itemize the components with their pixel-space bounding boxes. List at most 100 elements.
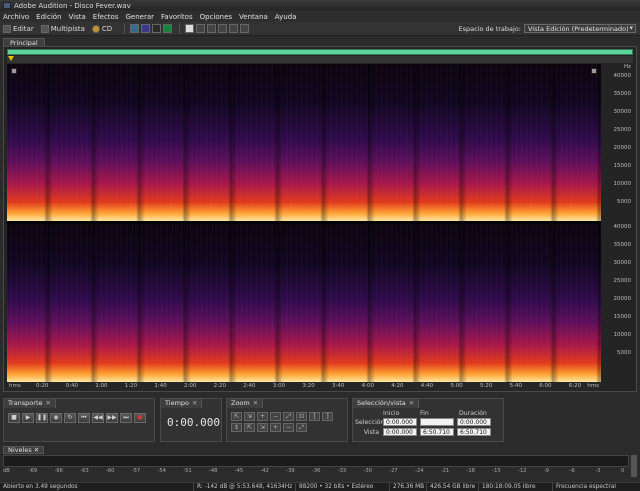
menu-ventana[interactable]: Ventana: [239, 13, 268, 21]
levels-panel-tab[interactable]: Niveles ✕: [3, 446, 45, 454]
time-ruler-strip[interactable]: [7, 56, 633, 63]
level-scale-mark: -42: [260, 468, 269, 474]
selection-view-title: Selección/vista: [357, 399, 406, 407]
time-selection-tool-icon[interactable]: [185, 24, 195, 33]
lasso-tool-icon[interactable]: [207, 24, 217, 33]
pause-button[interactable]: ❚❚: [36, 413, 48, 423]
overview-bar[interactable]: [7, 49, 633, 55]
level-scale-mark: -15: [492, 468, 501, 474]
menu-vista[interactable]: Vista: [69, 13, 86, 21]
frequency-tick: 10000: [613, 181, 632, 187]
level-scale: dB -69 -66 -63 -60 -57 -54 -51 -48 -45 -42 -39 -36 -3…: [3, 468, 629, 476]
selection-duration-field[interactable]: 0:00.000: [457, 418, 491, 426]
workspace-dropdown[interactable]: Vista Edición (Predeterminado): [524, 24, 636, 33]
menu-ayuda[interactable]: Ayuda: [275, 13, 297, 21]
multitrack-icon: [40, 24, 49, 33]
disk-free-status: 426.54 GB libre: [430, 484, 476, 490]
playhead-marker-icon[interactable]: [8, 56, 14, 61]
play-from-cursor-button[interactable]: ◉: [50, 413, 62, 423]
pan-display-icon[interactable]: [152, 24, 162, 33]
zoom-in-horizontal-icon[interactable]: +: [257, 412, 268, 421]
time-axis[interactable]: hms hms 0:20 0:40 1:00 1:20 1:40 2:00 2:20 2:40…: [7, 382, 601, 391]
waveform-display-icon[interactable]: [130, 24, 140, 33]
brush-tool-icon[interactable]: [218, 24, 228, 33]
transport-panel-tab[interactable]: Transporte ✕: [4, 399, 56, 408]
view-end-field[interactable]: 6:50.710: [420, 428, 454, 436]
menu-opciones[interactable]: Opciones: [200, 13, 232, 21]
selection-start-field[interactable]: 0:00.000: [383, 418, 417, 426]
menu-efectos[interactable]: Efectos: [93, 13, 119, 21]
close-icon[interactable]: ✕: [192, 399, 197, 407]
time-panel-tab[interactable]: Tiempo ✕: [161, 399, 203, 408]
phase-display-icon[interactable]: [163, 24, 173, 33]
menu-archivo[interactable]: Archivo: [3, 13, 29, 21]
level-scale-mark: -3: [595, 468, 601, 474]
spectral-display-icon[interactable]: [141, 24, 151, 33]
menu-generar[interactable]: Generar: [125, 13, 154, 21]
time-tick: 0:20: [36, 383, 49, 389]
go-to-start-button[interactable]: ⏮: [78, 413, 90, 423]
zoom-out-amplitude-icon[interactable]: ⇲: [257, 423, 268, 432]
file-size-status: 276.36 MB: [393, 484, 425, 490]
stop-button[interactable]: ■: [8, 413, 20, 423]
end-column-header: Fin: [420, 410, 429, 417]
zoom-selection-icon[interactable]: ⊡: [296, 412, 307, 421]
status-divider: [193, 483, 194, 491]
scrub-tool-icon[interactable]: [240, 24, 250, 33]
time-tick: 0:40: [65, 383, 78, 389]
channel-toggle-icon[interactable]: [11, 68, 17, 74]
view-start-field[interactable]: 0:00.000: [383, 428, 417, 436]
time-tick: 3:40: [332, 383, 345, 389]
loop-button[interactable]: ↻: [64, 413, 76, 423]
current-time-display: 0:00.000: [167, 416, 220, 429]
zoom-in-amplitude-icon[interactable]: ⇱: [231, 412, 242, 421]
selection-row-label: Selección: [355, 419, 385, 426]
view-duration-field[interactable]: 6:50.710: [457, 428, 491, 436]
zoom-out-horizontal-icon[interactable]: −: [270, 412, 281, 421]
zoom-out-full-icon[interactable]: ⤢: [296, 423, 307, 432]
fast-forward-button[interactable]: ▶▶: [106, 413, 118, 423]
frequency-tick: 40000: [613, 224, 632, 230]
play-button[interactable]: ▶: [22, 413, 34, 423]
menu-bar: Archivo Edición Vista Efectos Generar Fa…: [0, 11, 640, 22]
spectrogram-left-channel[interactable]: [7, 64, 601, 221]
frequency-axis-right: 40000 35000 30000 25000 20000 15000 1000…: [601, 224, 633, 382]
record-button[interactable]: ●: [134, 413, 146, 423]
spot-healing-tool-icon[interactable]: [229, 24, 239, 33]
multitrack-view-button[interactable]: Multipista: [40, 24, 85, 33]
zoom-right-edge-icon[interactable]: ]: [322, 412, 333, 421]
zoom-in-amplitude-icon[interactable]: ⇱: [244, 423, 255, 432]
zoom-out-amplitude-icon[interactable]: ⇲: [244, 412, 255, 421]
zoom-left-edge-icon[interactable]: [: [309, 412, 320, 421]
time-tick: 2:00: [184, 383, 197, 389]
cd-view-button[interactable]: CD: [91, 24, 112, 33]
close-icon[interactable]: ✕: [34, 446, 39, 454]
edit-view-button[interactable]: Editar: [3, 24, 34, 33]
go-to-end-button[interactable]: ⏭: [120, 413, 132, 423]
rewind-button[interactable]: ◀◀: [92, 413, 104, 423]
zoom-panel-tab[interactable]: Zoom ✕: [227, 399, 264, 408]
marquee-tool-icon[interactable]: [196, 24, 206, 33]
spectrogram-right-channel[interactable]: [7, 224, 601, 382]
zoom-in-vertical-icon[interactable]: ↕: [231, 423, 242, 432]
frequency-tick: 25000: [613, 127, 632, 133]
close-icon[interactable]: ✕: [409, 399, 414, 407]
menu-favoritos[interactable]: Favoritos: [161, 13, 193, 21]
time-unit-label: hms: [587, 383, 599, 389]
level-scale-mark: -30: [363, 468, 372, 474]
channel-toggle-icon[interactable]: [591, 68, 597, 74]
level-meter-scrollbar[interactable]: [631, 455, 637, 477]
cd-icon: [91, 24, 100, 33]
time-free-status: 180:18:09.05 libre: [482, 484, 536, 490]
zoom-in-horizontal-icon[interactable]: +: [270, 423, 281, 432]
selection-view-panel-tab[interactable]: Selección/vista ✕: [353, 399, 420, 408]
zoom-out-full-icon[interactable]: ⤢: [283, 412, 294, 421]
level-scale-mark: -66: [54, 468, 63, 474]
toolbar-divider: [124, 23, 126, 34]
menu-edicion[interactable]: Edición: [36, 13, 61, 21]
close-icon[interactable]: ✕: [253, 399, 258, 407]
selection-end-field[interactable]: [420, 418, 454, 426]
time-tick: 3:00: [272, 383, 286, 389]
zoom-out-horizontal-icon[interactable]: −: [283, 423, 294, 432]
close-icon[interactable]: ✕: [46, 399, 51, 407]
